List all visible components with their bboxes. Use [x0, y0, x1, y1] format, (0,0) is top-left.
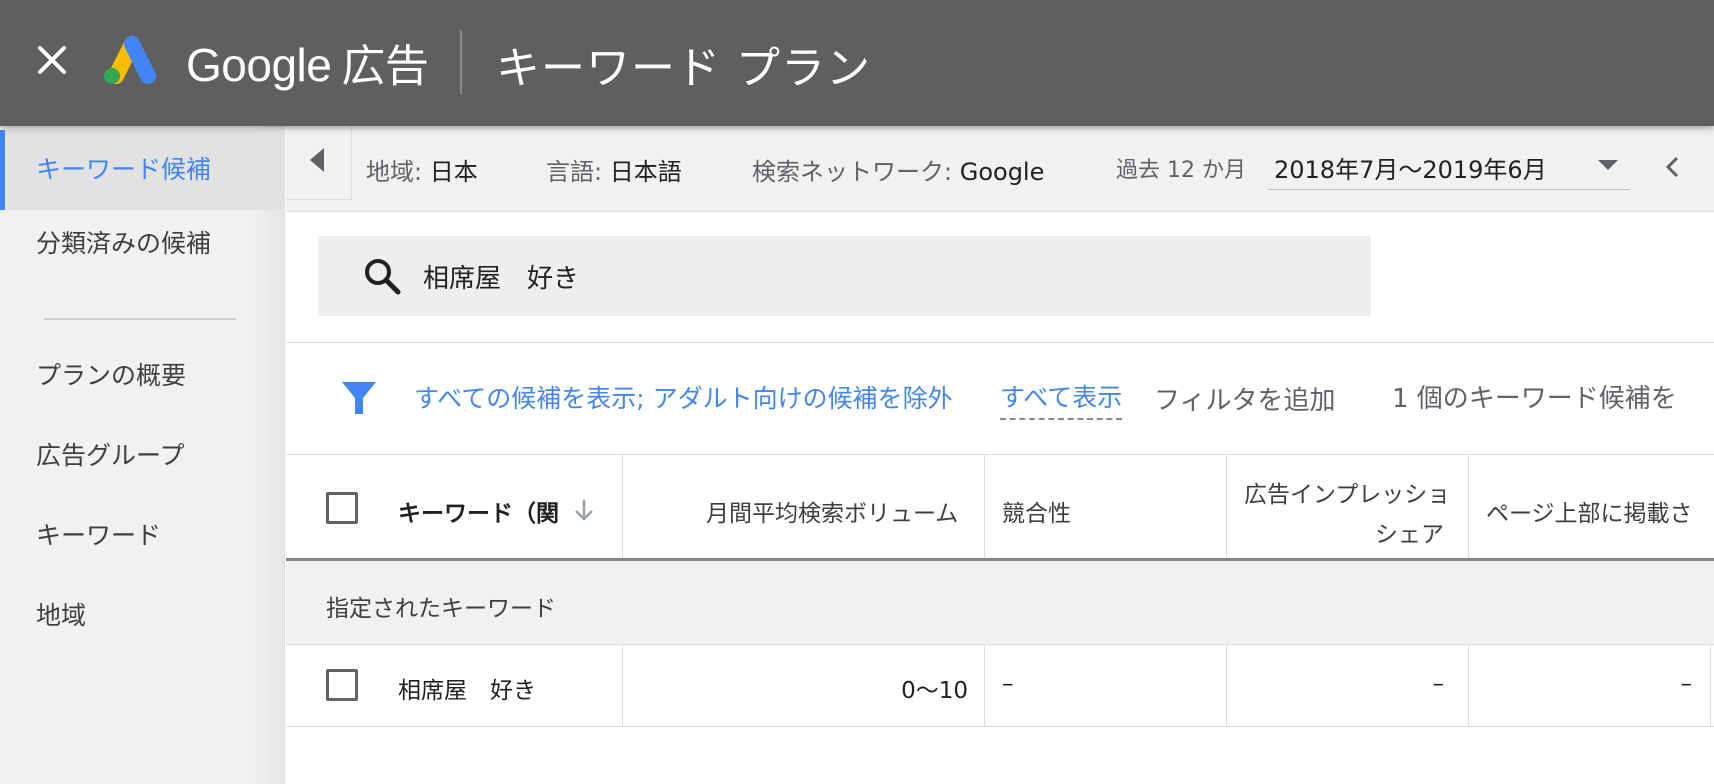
column-divider	[1710, 645, 1711, 727]
result-count: 1 個のキーワード候補を	[1392, 384, 1677, 414]
column-divider	[1468, 455, 1469, 558]
collapse-sidebar-button[interactable]	[286, 126, 352, 200]
active-filter-chip[interactable]: すべての候補を表示; アダルト向けの候補を除外	[414, 379, 953, 415]
sidebar-item-keyword-ideas[interactable]: キーワード候補	[0, 130, 285, 210]
location-value: 日本	[429, 158, 478, 186]
date-range-value: 2018年7月〜2019年6月	[1274, 156, 1547, 184]
brand-google: Google	[186, 39, 332, 91]
column-divider	[1226, 455, 1227, 558]
close-icon[interactable]	[30, 38, 74, 82]
targeting-bar: 地域: 日本 言語: 日本語 検索ネットワーク: Google 過去 12 か月…	[286, 126, 1714, 212]
sidebar-item-grouped-ideas[interactable]: 分類済みの候補	[0, 204, 285, 284]
column-header-competition[interactable]: 競合性	[1002, 494, 1071, 528]
network-label: 検索ネットワーク:	[752, 158, 953, 186]
brand-name: Google 広告	[186, 30, 429, 94]
impression-share-line2: シェア	[1375, 522, 1444, 548]
page-title: キーワード プラン	[496, 43, 871, 94]
brand-ads: 広告	[341, 41, 429, 92]
keyword-search-input[interactable]: 相席屋 好き	[318, 236, 1371, 316]
column-divider	[622, 455, 623, 558]
column-header-impression-share[interactable]: 広告インプレッショ シェア	[1244, 475, 1451, 549]
row-checkbox[interactable]	[326, 669, 358, 701]
column-divider	[622, 645, 623, 727]
cell-keyword: 相席屋 好き	[398, 678, 536, 704]
google-ads-logo	[98, 30, 160, 88]
search-query: 相席屋 好き	[423, 264, 580, 294]
network-value: Google	[959, 158, 1045, 186]
divider	[286, 342, 1714, 343]
column-header-keyword[interactable]: キーワード（関	[398, 494, 559, 528]
column-divider	[1226, 645, 1227, 727]
header-divider	[460, 30, 462, 94]
triangle-left-icon	[310, 148, 324, 172]
table-row[interactable]: 相席屋 好き 0〜10 – – –	[286, 645, 1714, 727]
add-filter-button[interactable]: フィルタを追加	[1154, 380, 1335, 417]
cell-top-of-page: –	[1680, 671, 1693, 697]
filter-icon[interactable]	[340, 380, 378, 416]
column-header-top-of-page[interactable]: ページ上部に掲載さ	[1486, 494, 1693, 528]
chevron-down-icon	[1598, 160, 1618, 170]
period-label: 過去 12 か月	[1116, 158, 1246, 183]
location-setting[interactable]: 地域: 日本	[366, 152, 478, 187]
table-group-row: 指定されたキーワード	[286, 561, 1714, 645]
cell-competition: –	[1002, 671, 1014, 697]
table-header-row: キーワード（関 月間平均検索ボリューム 競合性 広告インプレッショ シェア ペー…	[286, 455, 1714, 561]
date-range-select[interactable]: 2018年7月〜2019年6月	[1268, 140, 1630, 190]
column-header-volume[interactable]: 月間平均検索ボリューム	[706, 494, 958, 528]
search-icon	[362, 256, 402, 296]
location-label: 地域:	[366, 158, 423, 186]
impression-share-line1: 広告インプレッショ	[1244, 482, 1451, 508]
column-divider	[984, 645, 985, 727]
select-all-checkbox[interactable]	[326, 492, 358, 524]
network-setting[interactable]: 検索ネットワーク: Google	[752, 152, 1044, 187]
sidebar-item-keywords[interactable]: キーワード	[0, 496, 285, 576]
language-setting[interactable]: 言語: 日本語	[546, 152, 682, 187]
show-all-link[interactable]: すべて表示	[1000, 378, 1123, 420]
column-divider	[984, 455, 985, 558]
language-label: 言語:	[546, 158, 603, 186]
language-value: 日本語	[609, 158, 682, 186]
chevron-left-icon[interactable]	[1658, 152, 1688, 182]
cell-volume: 0〜10	[901, 678, 968, 704]
group-label: 指定されたキーワード	[326, 596, 556, 622]
app-header: Google 広告 キーワード プラン	[0, 0, 1714, 126]
column-divider	[1468, 645, 1469, 727]
sidebar-item-plan-overview[interactable]: プランの概要	[0, 336, 285, 416]
sidebar-item-locations[interactable]: 地域	[0, 576, 285, 656]
sidebar-item-ad-groups[interactable]: 広告グループ	[0, 416, 285, 496]
sidebar: キーワード候補 分類済みの候補 プランの概要 広告グループ キーワード 地域	[0, 126, 285, 784]
sidebar-divider	[44, 318, 236, 320]
cell-impression-share: –	[1432, 671, 1445, 697]
sort-arrow-icon[interactable]	[571, 497, 597, 523]
